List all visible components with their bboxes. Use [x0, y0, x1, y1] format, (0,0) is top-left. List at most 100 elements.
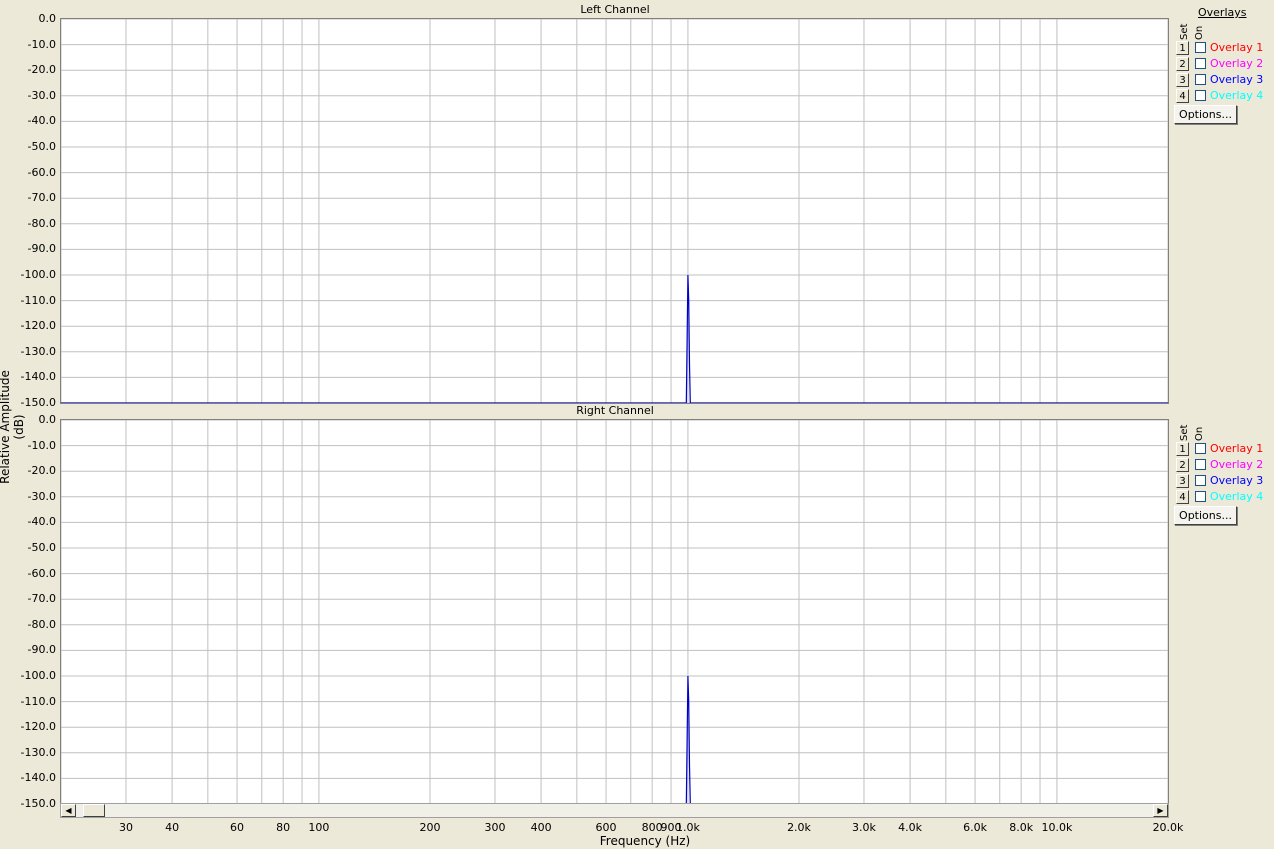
y-tick-label: -130.0	[20, 745, 56, 759]
overlay-3-label: Overlay 3	[1210, 73, 1264, 86]
x-tick-label: 60	[230, 821, 245, 834]
overlay-row-1: 1 Overlay 1	[1174, 40, 1274, 56]
overlay-4-checkbox[interactable]	[1195, 90, 1206, 101]
overlay-2-checkbox[interactable]	[1195, 58, 1206, 69]
x-tick-label: 200	[419, 821, 441, 834]
overlay-2-set-button[interactable]: 2	[1176, 57, 1189, 71]
overlay-1-checkbox[interactable]	[1195, 443, 1206, 454]
x-tick-label: 2.0k	[787, 821, 811, 834]
overlay-1-set-button[interactable]: 1	[1176, 41, 1189, 55]
overlay-1-label: Overlay 1	[1210, 442, 1264, 455]
x-tick-label: 40	[165, 821, 180, 834]
y-tick-label: -70.0	[27, 191, 56, 205]
y-tick-label: -120.0	[20, 720, 56, 734]
y-tick-label: -100.0	[20, 669, 56, 682]
set-column-label: Set	[1179, 23, 1190, 40]
x-tick-label: 30	[118, 821, 133, 834]
x-tick-label: 10.0k	[1041, 821, 1073, 834]
scroll-thumb[interactable]	[83, 804, 105, 817]
overlay-4-checkbox[interactable]	[1195, 491, 1206, 502]
plot-svg	[61, 19, 1168, 403]
frequency-scrollbar[interactable]: ◀ ▶	[60, 803, 1169, 818]
y-tick-label: -60.0	[27, 165, 56, 179]
overlay-row-3: 3 Overlay 3	[1174, 72, 1274, 88]
overlay-2-label: Overlay 2	[1210, 458, 1264, 471]
right-channel-plot	[60, 419, 1169, 805]
overlay-2-set-button[interactable]: 2	[1176, 458, 1189, 472]
overlay-row-2: 2 Overlay 2	[1174, 56, 1274, 72]
overlay-row-2: 2 Overlay 2	[1174, 457, 1274, 473]
x-tick-label: 4.0k	[898, 821, 923, 834]
y-tick-label: -140.0	[20, 771, 56, 785]
y-tick-label: -20.0	[27, 63, 56, 77]
overlays-header: Overlays	[1198, 6, 1247, 19]
overlay-1-set-button[interactable]: 1	[1176, 442, 1189, 456]
on-column-label: On	[1194, 25, 1205, 40]
left-overlays-panel: Overlays Set On 1 Overlay 1 2 Overlay 2 …	[1174, 6, 1274, 126]
y-tick-label: -80.0	[27, 216, 56, 230]
overlay-1-label: Overlay 1	[1210, 41, 1264, 54]
overlay-2-checkbox[interactable]	[1195, 459, 1206, 470]
y-tick-label: -150.0	[20, 797, 56, 810]
scroll-right-button[interactable]: ▶	[1153, 804, 1168, 817]
overlay-3-checkbox[interactable]	[1195, 475, 1206, 486]
spectrum-series-line	[61, 675, 1168, 804]
overlay-4-set-button[interactable]: 4	[1176, 89, 1189, 103]
overlay-row-4: 4 Overlay 4	[1174, 489, 1274, 505]
overlay-3-label: Overlay 3	[1210, 474, 1264, 487]
y-tick-label: -90.0	[27, 643, 56, 657]
overlay-3-set-button[interactable]: 3	[1176, 474, 1189, 488]
overlay-4-label: Overlay 4	[1210, 490, 1264, 503]
x-tick-label: 800	[641, 821, 663, 834]
overlay-3-set-button[interactable]: 3	[1176, 73, 1189, 87]
x-tick-label: 1.0k	[675, 821, 700, 834]
overlay-row-1: 1 Overlay 1	[1174, 441, 1274, 457]
x-tick-label: 8.0k	[1009, 821, 1034, 834]
y-tick-label: -100.0	[20, 268, 56, 281]
y-tick-label: -80.0	[27, 617, 56, 631]
y-tick-label: 0.0	[38, 12, 57, 25]
plot-svg	[61, 420, 1168, 804]
y-tick-label: -110.0	[20, 694, 56, 708]
y-tick-label: -50.0	[27, 541, 56, 554]
overlay-2-label: Overlay 2	[1210, 57, 1264, 70]
x-tick-label: 3.0k	[852, 821, 876, 834]
y-tick-label: -40.0	[27, 515, 56, 529]
overlay-1-checkbox[interactable]	[1195, 42, 1206, 53]
right-options-button[interactable]: Options...	[1174, 506, 1237, 525]
overlay-3-checkbox[interactable]	[1195, 74, 1206, 85]
y-tick-label: -130.0	[20, 344, 56, 358]
y-tick-label: -120.0	[20, 319, 56, 333]
x-axis-label: Frequency (Hz)	[599, 834, 691, 848]
y-tick-label: -10.0	[27, 37, 56, 51]
left-channel-title: Left Channel	[580, 3, 650, 16]
x-tick-label: 400	[530, 821, 552, 834]
y-tick-label: -60.0	[27, 566, 56, 580]
spectrum-series-line	[61, 274, 1168, 403]
overlay-row-3: 3 Overlay 3	[1174, 473, 1274, 489]
x-tick-label: 100	[308, 821, 330, 834]
right-channel-title: Right Channel	[576, 404, 654, 417]
overlay-row-4: 4 Overlay 4	[1174, 88, 1274, 104]
y-tick-label: -50.0	[27, 140, 56, 153]
left-options-button[interactable]: Options...	[1174, 105, 1237, 124]
y-tick-label: -40.0	[27, 114, 56, 128]
x-tick-label: 6.0k	[963, 821, 987, 834]
overlay-4-label: Overlay 4	[1210, 89, 1264, 102]
overlay-4-set-button[interactable]: 4	[1176, 490, 1189, 504]
x-tick-label: 20.0k	[1152, 821, 1184, 834]
x-tick-label: 80	[276, 821, 291, 834]
y-axis-label: Relative Amplitude (dB)	[0, 370, 26, 484]
right-overlays-panel: Set On 1 Overlay 1 2 Overlay 2 3 Overlay…	[1174, 407, 1274, 527]
x-tick-label: 600	[595, 821, 617, 834]
y-tick-label: -30.0	[27, 88, 56, 102]
on-column-label: On	[1194, 426, 1205, 441]
set-column-label: Set	[1179, 424, 1190, 441]
scroll-left-button[interactable]: ◀	[61, 804, 76, 817]
y-tick-label: -70.0	[27, 592, 56, 606]
x-tick-label: 300	[484, 821, 506, 834]
left-channel-plot	[60, 18, 1169, 404]
y-tick-label: -90.0	[27, 242, 56, 256]
y-tick-label: -110.0	[20, 293, 56, 307]
y-tick-label: -30.0	[27, 489, 56, 503]
